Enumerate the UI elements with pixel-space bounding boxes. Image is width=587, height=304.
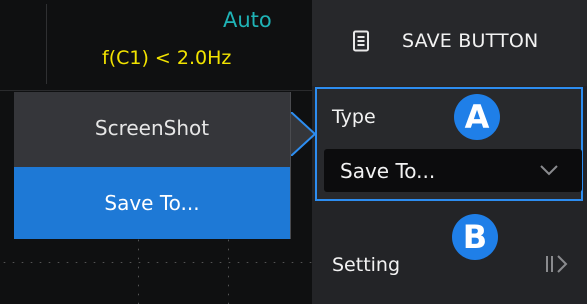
document-icon — [353, 30, 369, 52]
callout-badge-a: A — [454, 94, 500, 140]
trigger-condition-text: f(C1) < 2.0Hz — [102, 47, 232, 69]
menu-item-label: ScreenShot — [94, 116, 210, 140]
menu-item-screenshot[interactable]: ScreenShot — [14, 92, 290, 164]
submenu-arrow-icon[interactable] — [540, 252, 576, 276]
menu-item-save-to[interactable]: Save To... — [14, 167, 290, 239]
panel-title: SAVE BUTTON — [402, 30, 539, 52]
chevron-down-icon[interactable] — [538, 160, 560, 180]
save-type-popup-menu: ScreenShot Save To... — [14, 92, 291, 239]
type-dropdown-value: Save To... — [340, 158, 436, 183]
status-divider — [46, 4, 47, 84]
trigger-mode-text: Auto — [223, 8, 272, 32]
callout-badge-b: B — [452, 214, 498, 260]
type-label: Type — [332, 106, 376, 128]
menu-item-label: Save To... — [104, 191, 200, 215]
grid-dot-row — [0, 262, 312, 263]
popup-pointer-arrow — [291, 112, 317, 156]
setting-label: Setting — [332, 254, 401, 276]
